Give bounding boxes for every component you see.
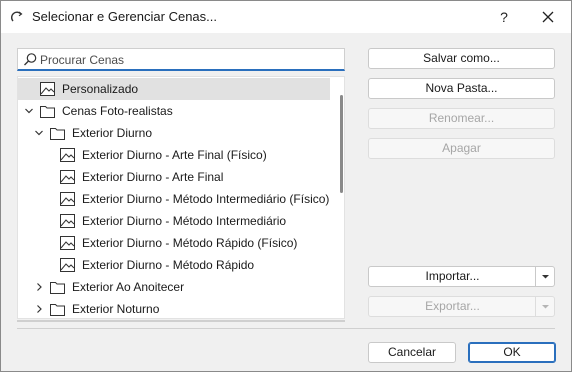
close-button[interactable] xyxy=(531,4,565,30)
chevron-right-icon[interactable] xyxy=(33,303,45,315)
chevron-down-icon[interactable] xyxy=(33,127,45,139)
export-button-label[interactable]: Exportar... xyxy=(369,297,536,316)
scene-app-icon xyxy=(10,11,23,22)
tree-item-label: Exterior Diurno - Método Rápido xyxy=(82,258,255,272)
new-folder-button[interactable]: Nova Pasta... xyxy=(368,78,555,99)
tree-item-label: Exterior Diurno - Método Intermediário (… xyxy=(82,192,330,206)
tree-item-exterior-diurno[interactable]: Exterior Diurno xyxy=(18,122,330,144)
tree-item-scene[interactable]: Exterior Diurno - Método Rápido (Físico) xyxy=(18,232,330,254)
scene-dialog: Selecionar e Gerenciar Cenas... ? Person… xyxy=(0,0,572,372)
chevron-down-icon[interactable] xyxy=(23,105,35,117)
tree-item-label: Exterior Diurno xyxy=(72,126,153,140)
tree-item-label: Exterior Diurno - Arte Final (Físico) xyxy=(82,148,267,162)
scene-image-icon xyxy=(60,236,75,250)
rename-button[interactable]: Renomear... xyxy=(368,108,555,129)
import-button-label[interactable]: Importar... xyxy=(369,267,536,286)
tree-item-label: Exterior Diurno - Método Rápido (Físico) xyxy=(82,236,298,250)
scene-image-icon xyxy=(60,170,75,184)
tree-item-label: Exterior Noturno xyxy=(72,302,160,316)
tree-item-label: Exterior Diurno - Arte Final xyxy=(82,170,224,184)
chevron-down-icon xyxy=(542,305,549,309)
folder-icon xyxy=(40,106,55,118)
search-icon xyxy=(24,53,37,66)
tree-scrollbar[interactable] xyxy=(340,95,343,193)
close-icon xyxy=(542,11,554,23)
save-as-button[interactable]: Salvar como... xyxy=(368,48,555,69)
tree-item-exterior-ao-anoitecer[interactable]: Exterior Ao Anoitecer xyxy=(18,276,330,298)
tree-item-exterior-noturno[interactable]: Exterior Noturno xyxy=(18,298,330,318)
scene-image-icon xyxy=(60,214,75,228)
scene-tree[interactable]: Personalizado Cenas Foto-realistas Exter… xyxy=(17,76,345,319)
chevron-right-icon[interactable] xyxy=(33,281,45,293)
title-bar: Selecionar e Gerenciar Cenas... ? xyxy=(1,1,571,33)
folder-icon xyxy=(50,304,65,316)
export-dropdown[interactable] xyxy=(535,297,554,316)
chevron-down-icon xyxy=(542,275,549,279)
tree-item-scene[interactable]: Exterior Diurno - Arte Final xyxy=(18,166,330,188)
tree-item-scene[interactable]: Exterior Diurno - Método Intermediário xyxy=(18,210,330,232)
tree-item-label: Personalizado xyxy=(62,82,139,96)
import-split-button[interactable]: Importar... xyxy=(368,266,555,287)
scene-image-icon xyxy=(40,82,55,96)
tree-item-personalizado[interactable]: Personalizado xyxy=(18,78,330,100)
tree-bottom-border xyxy=(17,320,345,322)
tree-item-scene[interactable]: Exterior Diurno - Método Intermediário (… xyxy=(18,188,330,210)
footer-divider xyxy=(17,328,555,329)
tree-item-label: Exterior Diurno - Método Intermediário xyxy=(82,214,287,228)
folder-icon xyxy=(50,282,65,294)
scene-image-icon xyxy=(60,148,75,162)
delete-button[interactable]: Apagar xyxy=(368,138,555,159)
help-button[interactable]: ? xyxy=(489,4,519,30)
import-dropdown[interactable] xyxy=(535,267,554,286)
search-input[interactable] xyxy=(40,51,340,68)
cancel-button[interactable]: Cancelar xyxy=(368,342,456,363)
scene-image-icon xyxy=(60,258,75,272)
ok-button[interactable]: OK xyxy=(468,342,556,363)
tree-item-scene[interactable]: Exterior Diurno - Método Rápido xyxy=(18,254,330,276)
tree-item-label: Cenas Foto-realistas xyxy=(62,104,173,118)
scene-image-icon xyxy=(60,192,75,206)
tree-item-label: Exterior Ao Anoitecer xyxy=(72,280,185,294)
tree-item-cenas-foto-realistas[interactable]: Cenas Foto-realistas xyxy=(18,100,330,122)
folder-icon xyxy=(50,128,65,140)
search-box[interactable] xyxy=(17,48,345,71)
window-title: Selecionar e Gerenciar Cenas... xyxy=(32,9,217,24)
tree-item-scene[interactable]: Exterior Diurno - Arte Final (Físico) xyxy=(18,144,330,166)
export-split-button[interactable]: Exportar... xyxy=(368,296,555,317)
